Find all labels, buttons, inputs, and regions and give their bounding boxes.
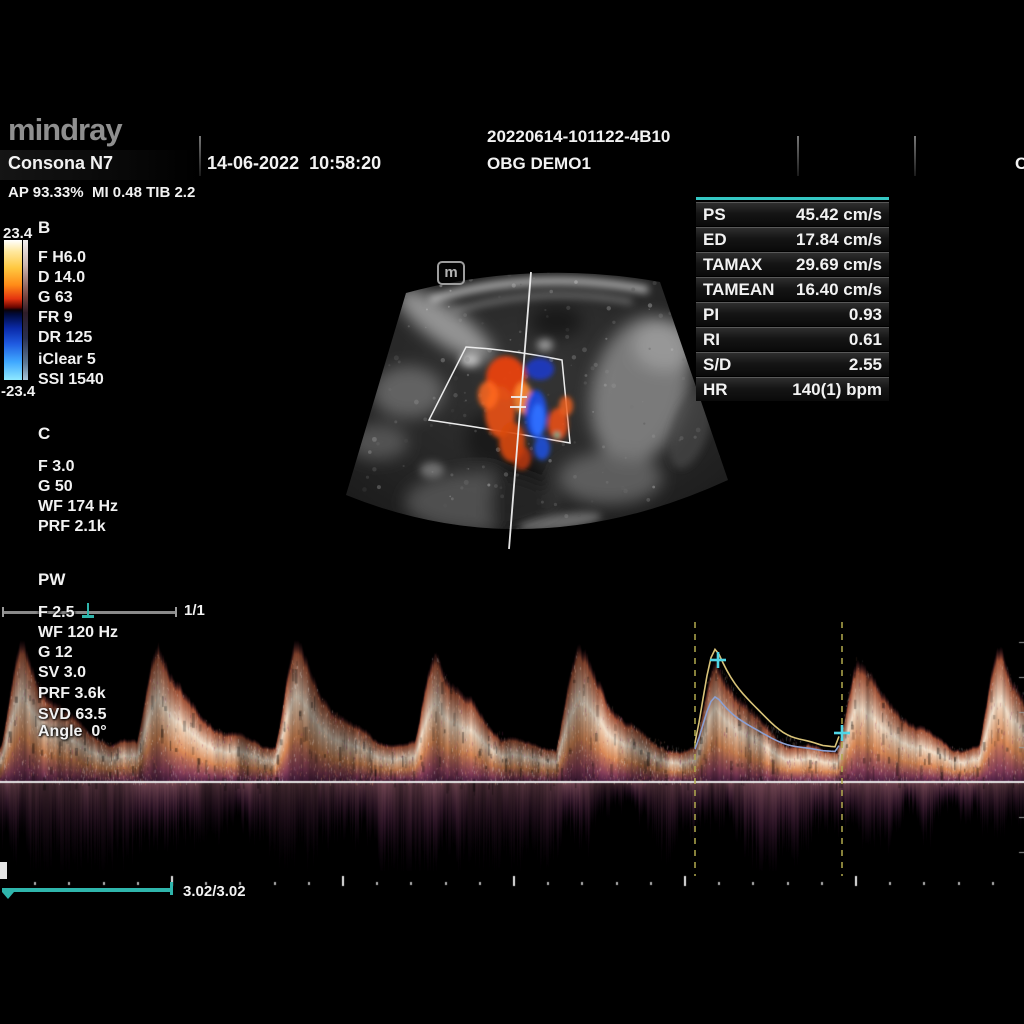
result-value: 0.93	[849, 305, 882, 325]
c-param: PRF 2.1k	[38, 518, 106, 536]
mindray-logo: mindray	[8, 112, 122, 148]
pw-param: G 12	[38, 644, 73, 662]
velocity-scale-min: -23.4	[1, 383, 35, 400]
pager-cap-left	[2, 607, 4, 617]
result-label: TAMEAN	[703, 280, 774, 300]
header-divider	[199, 136, 201, 176]
result-value: 2.55	[849, 355, 882, 375]
b-mode-sector-image	[330, 250, 750, 572]
c-param: F 3.0	[38, 458, 74, 476]
result-label: TAMAX	[703, 255, 762, 275]
cine-time-range: 3.02/3.02	[183, 883, 246, 900]
result-row: PI 0.93	[696, 302, 889, 326]
result-row: PS 45.42 cm/s	[696, 202, 889, 226]
measurement-results-panel: PS 45.42 cm/s ED 17.84 cm/s TAMAX 29.69 cm/…	[696, 197, 889, 402]
exam-preset: OBG DEMO1	[487, 154, 591, 174]
page-indicator: 1/1	[184, 602, 205, 619]
b-mode-label: B	[38, 218, 50, 238]
cine-start-block	[0, 862, 7, 879]
result-value: 16.40 cm/s	[796, 280, 882, 300]
result-row: ED 17.84 cm/s	[696, 227, 889, 251]
c-param: G 50	[38, 478, 73, 496]
pw-param: F 2.5	[38, 604, 74, 622]
pw-param: Angle 0°	[38, 723, 107, 741]
pw-spectrum-canvas	[0, 618, 1024, 895]
result-value: 45.42 cm/s	[796, 205, 882, 225]
b-param: F H6.0	[38, 249, 86, 267]
header-divider	[914, 136, 916, 176]
pager-thumb-base[interactable]	[82, 615, 94, 618]
acoustic-status-line: AP 93.33% MI 0.48 TIB 2.2	[8, 184, 195, 201]
result-label: ED	[703, 230, 727, 250]
machine-model: Consona N7	[8, 153, 113, 174]
result-row: RI 0.61	[696, 327, 889, 351]
pw-param: SV 3.0	[38, 664, 86, 682]
color-doppler-bar	[4, 240, 22, 380]
pw-param: WF 120 Hz	[38, 624, 118, 642]
result-value: 29.69 cm/s	[796, 255, 882, 275]
b-param: DR 125	[38, 329, 92, 347]
results-accent-line	[696, 197, 889, 200]
result-label: S/D	[703, 355, 731, 375]
result-row: TAMEAN 16.40 cm/s	[696, 277, 889, 301]
cine-end-handle[interactable]	[170, 882, 173, 895]
exam-id: 20220614-101122-4B10	[487, 127, 670, 147]
b-param: SSI 1540	[38, 371, 104, 389]
c-mode-label: C	[38, 424, 50, 444]
result-value: 0.61	[849, 330, 882, 350]
result-label: PI	[703, 305, 719, 325]
c-param: WF 174 Hz	[38, 498, 118, 516]
mindray-watermark: m	[437, 261, 465, 285]
datetime: 14-06-2022 10:58:20	[207, 153, 381, 174]
result-label: PS	[703, 205, 726, 225]
pager-cap-right	[175, 607, 177, 617]
b-param: FR 9	[38, 309, 73, 327]
result-label: HR	[703, 380, 728, 400]
result-value: 140(1) bpm	[792, 380, 882, 400]
header-divider	[797, 136, 799, 176]
cine-progress-bar[interactable]	[2, 888, 172, 892]
gray-map-bar	[23, 240, 28, 380]
clipped-header-label: C	[1015, 154, 1024, 174]
result-label: RI	[703, 330, 720, 350]
b-param: D 14.0	[38, 269, 85, 287]
ultrasound-screen: mindray Consona N7 14-06-2022 10:58:20 2…	[0, 0, 1024, 1024]
b-param: iClear 5	[38, 351, 96, 369]
cine-start-handle[interactable]	[2, 892, 14, 899]
spectrum-pager-track[interactable]	[3, 611, 176, 614]
b-param: G 63	[38, 289, 73, 307]
pw-mode-label: PW	[38, 570, 65, 590]
result-row: S/D 2.55	[696, 352, 889, 376]
pw-param: PRF 3.6k	[38, 685, 106, 703]
result-value: 17.84 cm/s	[796, 230, 882, 250]
result-row: HR 140(1) bpm	[696, 377, 889, 401]
result-row: TAMAX 29.69 cm/s	[696, 252, 889, 276]
pw-param: SVD 63.5	[38, 706, 106, 724]
